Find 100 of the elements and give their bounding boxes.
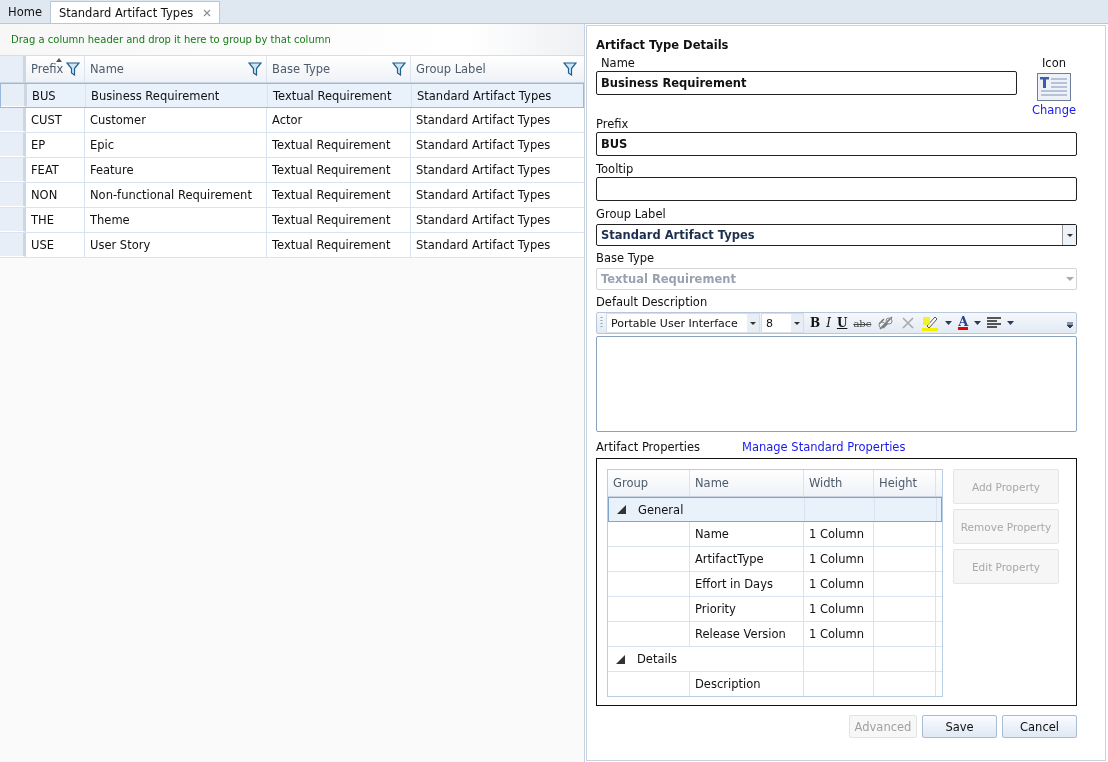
- expand-icon[interactable]: [617, 505, 626, 514]
- field-label: Group Label: [596, 207, 667, 222]
- dropdown-icon: [1065, 277, 1074, 281]
- group-name: Details: [637, 652, 677, 666]
- table-cell: Textual Requirement: [267, 158, 411, 182]
- table-cell: 1 Column: [804, 572, 874, 596]
- dropdown-icon[interactable]: [1007, 321, 1015, 325]
- align-left-icon[interactable]: [987, 317, 1002, 329]
- table-row[interactable]: EP Epic Textual Requirement Standard Artifact Types: [0, 133, 584, 158]
- table-row[interactable]: BUS Business Requirement Textual Requirement Standard Artifact Types: [0, 83, 584, 108]
- group-hint: Drag a column header and drop it here to group by that column: [0, 24, 584, 56]
- dropdown-icon[interactable]: [945, 321, 953, 325]
- table-row[interactable]: FEAT Feature Textual Requirement Standard Artifact Types: [0, 158, 584, 183]
- table-cell: Release Version: [690, 622, 804, 646]
- table-cell: Textual Requirement: [267, 233, 411, 257]
- table-cell: Customer: [85, 108, 267, 132]
- highlighter-icon[interactable]: [921, 314, 940, 332]
- column-header[interactable]: Prefix: [26, 56, 85, 82]
- table-cell: Effort in Days: [690, 572, 804, 596]
- filter-icon[interactable]: [563, 62, 577, 76]
- format-button[interactable]: B: [810, 316, 821, 330]
- table-cell-text: Standard Artifact Types: [415, 187, 552, 204]
- dropdown-icon: [794, 321, 800, 325]
- font-dropdown[interactable]: Portable User Interface: [606, 313, 760, 333]
- dropdown-icon[interactable]: [974, 321, 982, 325]
- prefix-field[interactable]: BUS: [596, 132, 1077, 156]
- name-field[interactable]: Business Requirement: [596, 71, 1017, 95]
- table-cell: Epic: [85, 133, 267, 157]
- format-button[interactable]: abc: [853, 317, 872, 329]
- panel-title: Artifact Type Details: [596, 38, 730, 52]
- table-cell: 1 Column: [804, 547, 874, 571]
- manage-properties-link[interactable]: Manage Standard Properties: [742, 440, 906, 458]
- table-cell: Description: [690, 672, 804, 696]
- table-cell: Feature: [85, 158, 267, 182]
- table-cell-text: Standard Artifact Types: [415, 162, 552, 179]
- table-cell: ArtifactType: [690, 547, 804, 571]
- column-header[interactable]: Height: [874, 470, 936, 496]
- table-cell: 1 Column: [804, 522, 874, 546]
- field-label: Base Type: [596, 251, 656, 266]
- format-button[interactable]: I: [826, 316, 831, 330]
- table-cell-text: Standard Artifact Types: [415, 112, 552, 129]
- column-header[interactable]: Base Type: [267, 56, 411, 82]
- filter-icon[interactable]: [248, 62, 262, 76]
- dropdown-icon: [750, 321, 756, 325]
- field-label: Tooltip: [596, 162, 635, 177]
- table-cell: USE: [26, 233, 85, 257]
- column-header[interactable]: Name: [85, 56, 267, 82]
- table-cell: Priority: [690, 597, 804, 621]
- table-cell-text: Standard Artifact Types: [415, 237, 552, 254]
- close-icon[interactable]: [203, 8, 212, 17]
- table-row[interactable]: NON Non-functional Requirement Textual Requirement Standard Artifact Types: [0, 183, 584, 208]
- tab[interactable]: Standard Artifact Types: [49, 1, 221, 23]
- table-row[interactable]: THE Theme Textual Requirement Standard Artifact Types: [0, 208, 584, 233]
- section-label: Artifact Properties: [596, 440, 700, 455]
- filter-icon[interactable]: [66, 62, 80, 76]
- table-cell: Textual Requirement: [267, 208, 411, 232]
- table-cell: Textual Requirement: [268, 84, 412, 107]
- tooltip-field[interactable]: [596, 177, 1077, 201]
- table-cell: Textual Requirement: [267, 183, 411, 207]
- table-cell: EP: [26, 133, 85, 157]
- text-document-icon: [1037, 73, 1071, 101]
- tab[interactable]: Home: [2, 1, 48, 23]
- field-label: Default Description: [596, 295, 709, 310]
- group-row[interactable]: General: [608, 497, 942, 522]
- table-cell-text: Standard Artifact Types: [416, 87, 553, 105]
- table-cell: Textual Requirement: [267, 133, 411, 157]
- field-label: Name: [600, 56, 636, 71]
- table-cell: THE: [26, 208, 85, 232]
- group-row[interactable]: Details: [608, 647, 942, 672]
- table-cell-text: Standard Artifact Types: [415, 137, 552, 154]
- table-cell: 1 Column: [804, 597, 874, 621]
- table-cell: Name: [690, 522, 804, 546]
- group-label-dropdown[interactable]: Standard Artifact Types: [596, 224, 1077, 246]
- table-cell: NON: [26, 183, 85, 207]
- filter-icon[interactable]: [392, 62, 406, 76]
- format-button[interactable]: U: [836, 316, 848, 330]
- table-cell: FEAT: [26, 158, 85, 182]
- table-row[interactable]: USE User Story Textual Requirement Standard Artifact Types: [0, 233, 584, 258]
- table-row[interactable]: CUST Customer Actor Standard Artifact Types: [0, 108, 584, 133]
- field-label: Prefix: [596, 117, 630, 132]
- expand-icon[interactable]: [616, 654, 625, 664]
- table-cell: 1 Column: [804, 622, 874, 646]
- table-cell: BUS: [27, 84, 86, 107]
- column-header[interactable]: Name: [690, 470, 804, 496]
- column-header[interactable]: Group: [608, 470, 690, 496]
- footer-button[interactable]: Cancel: [1002, 715, 1077, 738]
- font-color-button[interactable]: A: [958, 316, 969, 330]
- dropdown-icon: [1066, 233, 1073, 237]
- change-link[interactable]: Change: [1032, 103, 1076, 117]
- column-header[interactable]: Group Label: [411, 56, 581, 82]
- footer-button[interactable]: Save: [922, 715, 997, 738]
- field-label: Icon: [1041, 56, 1066, 71]
- group-name: General: [638, 502, 684, 517]
- column-header[interactable]: Width: [804, 470, 874, 496]
- table-cell: Business Requirement: [86, 84, 268, 107]
- table-cell-text: Standard Artifact Types: [415, 212, 552, 229]
- table-cell: Non-functional Requirement: [85, 183, 267, 207]
- font-size-dropdown[interactable]: 8: [761, 313, 804, 333]
- table-cell: Actor: [267, 108, 411, 132]
- chain-icon[interactable]: [877, 315, 896, 331]
